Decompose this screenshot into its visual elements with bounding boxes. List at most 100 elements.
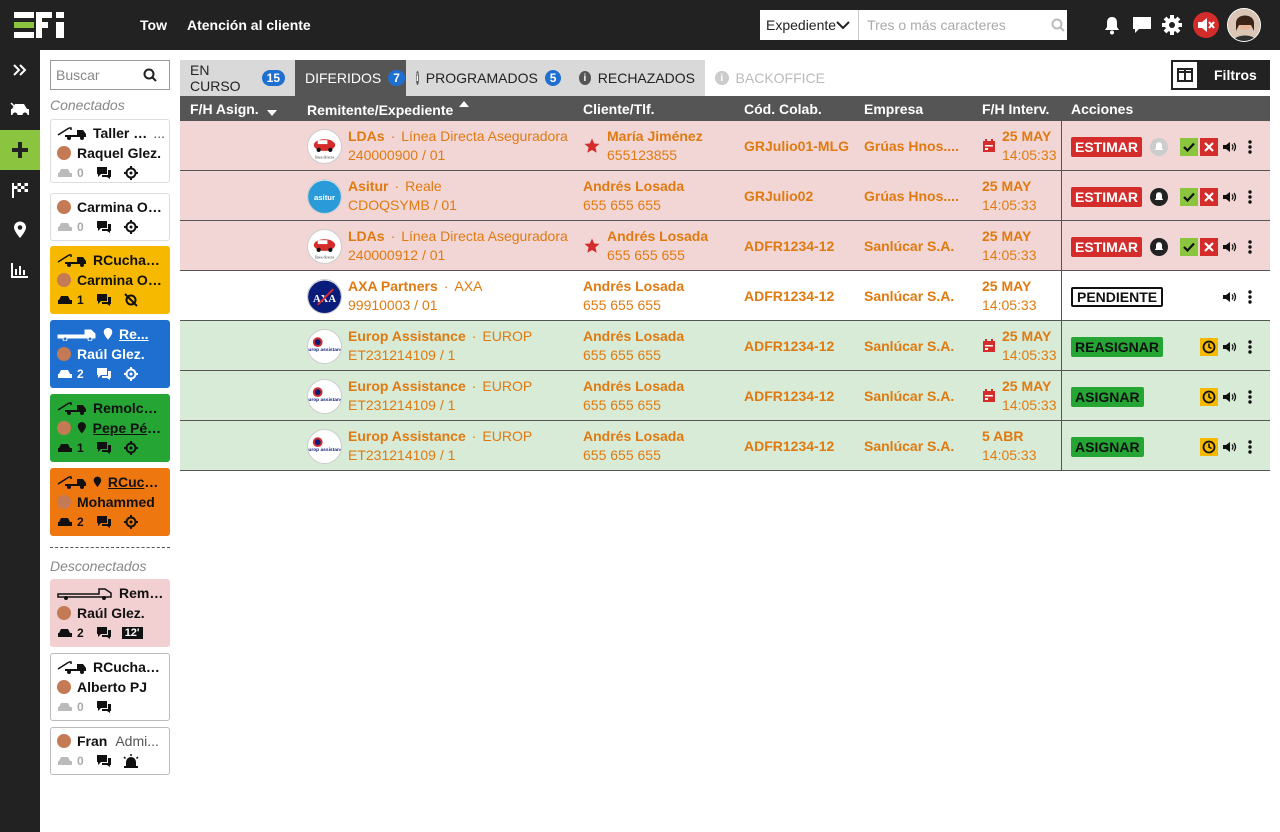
truck-card[interactable]: RCucha... Mohammed 2 — [50, 468, 170, 536]
table-row[interactable]: asitur Asitur · Reale CDOQSYMB / 01 Andrés Lo… — [180, 171, 1270, 221]
accept-button[interactable] — [1180, 238, 1198, 256]
rail-services-button[interactable] — [0, 90, 40, 130]
schedule-button[interactable] — [1200, 438, 1218, 456]
file-number[interactable]: CDOQSYMB / 01 — [348, 196, 457, 215]
reject-button[interactable] — [1200, 238, 1218, 256]
nav-link-tow[interactable]: Tow — [140, 17, 167, 33]
file-number[interactable]: 240000912 / 01 — [348, 246, 445, 265]
sender-name[interactable]: Europ Assistance — [348, 428, 466, 444]
user-avatar[interactable] — [1227, 8, 1261, 42]
nav-link-atencion-cliente[interactable]: Atención al cliente — [187, 17, 311, 33]
sender-name[interactable]: AXA Partners — [348, 278, 438, 294]
app-logo[interactable] — [14, 12, 66, 38]
more-options-button[interactable] — [1241, 338, 1259, 356]
file-number[interactable]: ET231214109 / 1 — [348, 446, 455, 465]
crosshair-off-icon[interactable] — [123, 293, 138, 307]
schedule-button[interactable] — [1200, 388, 1218, 406]
more-options-button[interactable] — [1241, 238, 1259, 256]
file-number[interactable]: 99910003 / 01 — [348, 296, 438, 315]
table-row[interactable]: europ assistance Europ Assistance · EUROP ET… — [180, 371, 1270, 421]
settings-button[interactable] — [1160, 13, 1184, 37]
column-header-empresa[interactable]: Empresa — [864, 101, 923, 117]
tab-rechazados[interactable]: i RECHAZADOS — [569, 60, 705, 96]
truck-card[interactable]: Remolcad... Pepe Pérez 1 — [50, 394, 170, 462]
chat-icon[interactable] — [96, 515, 112, 529]
sound-button[interactable] — [1220, 188, 1238, 206]
truck-card[interactable]: Fran Admi... 0 — [50, 727, 170, 775]
column-header-fh-interv[interactable]: F/H Interv. — [982, 101, 1049, 117]
filters-button[interactable]: Filtros — [1171, 60, 1270, 90]
truck-card[interactable]: Re... Raúl Glez. 2 — [50, 320, 170, 388]
search-input[interactable] — [859, 11, 1049, 39]
sender-name[interactable]: LDAs — [348, 228, 385, 244]
crosshair-icon[interactable] — [123, 515, 138, 529]
chat-icon[interactable] — [96, 754, 112, 768]
chat-icon[interactable] — [96, 700, 112, 714]
sound-button[interactable] — [1220, 438, 1238, 456]
tab-en-curso[interactable]: EN CURSO 15 — [180, 60, 295, 96]
rail-stats-button[interactable] — [0, 250, 40, 290]
client-phone[interactable]: 655 655 655 — [583, 296, 661, 315]
alert-button[interactable] — [1150, 238, 1168, 256]
status-action-button[interactable]: ESTIMAR — [1071, 237, 1142, 257]
file-number[interactable]: ET231214109 / 1 — [348, 346, 455, 365]
alert-button[interactable] — [1150, 188, 1168, 206]
sender-name[interactable]: Asitur — [348, 178, 388, 194]
accept-button[interactable] — [1180, 138, 1198, 156]
reject-button[interactable] — [1200, 188, 1218, 206]
expand-menu-button[interactable] — [0, 50, 40, 90]
crosshair-icon[interactable] — [123, 367, 138, 381]
status-action-button[interactable]: PENDIENTE — [1071, 287, 1164, 307]
chat-icon[interactable] — [96, 441, 112, 455]
rail-finish-button[interactable] — [0, 170, 40, 210]
fleet-search-input[interactable] — [51, 62, 143, 88]
sound-button[interactable] — [1220, 238, 1238, 256]
column-header-cliente[interactable]: Cliente/Tlf. — [583, 101, 655, 117]
table-row[interactable]: AXA AXA Partners · AXA 99910003 / 01 Andrés L… — [180, 271, 1270, 321]
mute-button[interactable] — [1193, 12, 1219, 38]
column-header-remitente[interactable]: Remitente/Expediente — [307, 101, 470, 118]
client-phone[interactable]: 655 655 655 — [583, 196, 661, 215]
sender-name[interactable]: LDAs — [348, 128, 385, 144]
sound-button[interactable] — [1220, 288, 1238, 306]
truck-card[interactable]: Remo... Raúl Glez. 2 12' — [50, 579, 170, 647]
client-phone[interactable]: 655 655 655 — [583, 446, 661, 465]
table-row[interactable]: europ assistance Europ Assistance · EUROP ET… — [180, 421, 1270, 471]
chat-icon[interactable] — [96, 220, 112, 234]
more-options-button[interactable] — [1241, 138, 1259, 156]
chat-icon[interactable] — [96, 367, 112, 381]
status-action-button[interactable]: ASIGNAR — [1071, 387, 1144, 407]
client-phone[interactable]: 655 655 655 — [607, 246, 685, 265]
client-phone[interactable]: 655 655 655 — [583, 346, 661, 365]
column-header-cod-colab[interactable]: Cód. Colab. — [744, 101, 822, 117]
notifications-button[interactable] — [1100, 13, 1124, 37]
reject-button[interactable] — [1200, 138, 1218, 156]
crosshair-icon[interactable] — [123, 220, 138, 234]
sender-name[interactable]: Europ Assistance — [348, 328, 466, 344]
rail-add-button[interactable] — [0, 130, 40, 170]
messages-button[interactable] — [1130, 13, 1154, 37]
search-button[interactable] — [1048, 10, 1067, 40]
status-action-button[interactable]: ESTIMAR — [1071, 187, 1142, 207]
file-number[interactable]: ET231214109 / 1 — [348, 396, 455, 415]
sender-name[interactable]: Europ Assistance — [348, 378, 466, 394]
accept-button[interactable] — [1180, 188, 1198, 206]
more-options-button[interactable] — [1241, 388, 1259, 406]
chat-icon[interactable] — [96, 166, 112, 180]
table-row[interactable]: europ assistance Europ Assistance · EUROP ET… — [180, 321, 1270, 371]
tab-backoffice[interactable]: i BACKOFFICE — [705, 60, 835, 96]
tab-diferidos[interactable]: DIFERIDOS 7 — [295, 60, 406, 96]
sound-button[interactable] — [1220, 338, 1238, 356]
truck-card[interactable]: RCuchara... Carmina Ord... 1 — [50, 246, 170, 314]
search-icon[interactable] — [143, 68, 157, 82]
truck-card[interactable]: Carmina Ord... 0 — [50, 193, 170, 241]
chat-icon[interactable] — [96, 626, 112, 640]
crosshair-icon[interactable] — [123, 441, 138, 455]
client-phone[interactable]: 655 655 655 — [583, 396, 661, 415]
column-header-fh-asign[interactable]: F/H Asign. — [190, 101, 277, 117]
chat-icon[interactable] — [96, 293, 112, 307]
rail-map-button[interactable] — [0, 210, 40, 250]
file-number[interactable]: 240000900 / 01 — [348, 146, 445, 165]
truck-card[interactable]: Taller 02... Raquel Glez. 0 — [50, 119, 170, 183]
status-action-button[interactable]: REASIGNAR — [1071, 337, 1164, 357]
